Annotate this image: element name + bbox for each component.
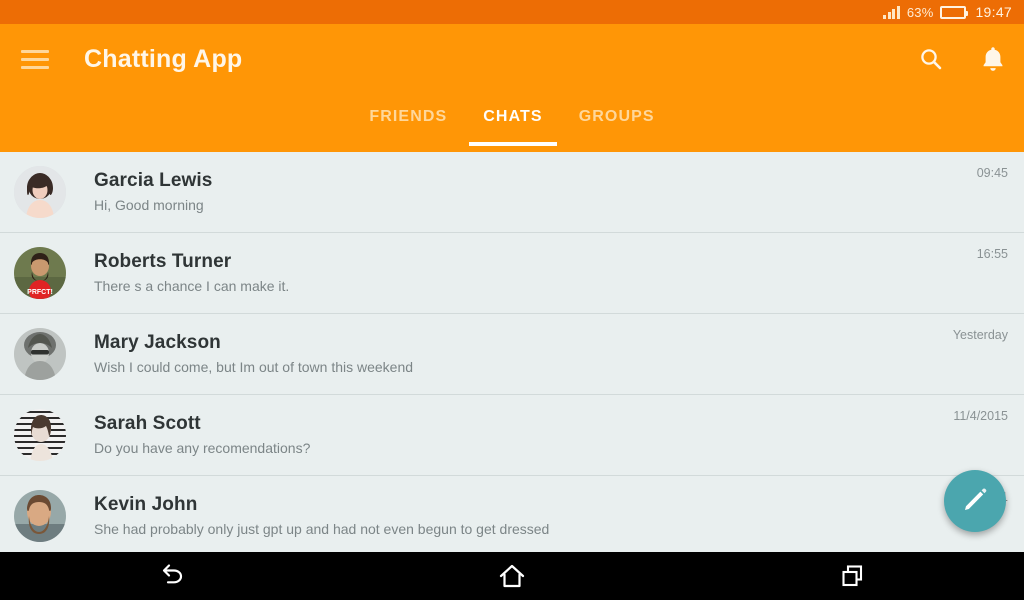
signal-bars-icon	[883, 5, 900, 19]
chat-timestamp: 16:55	[976, 247, 1008, 261]
status-bar: 63% 19:47	[0, 0, 1024, 24]
app-bar-actions	[914, 24, 1010, 94]
chat-contact-name: Garcia Lewis	[94, 170, 213, 191]
svg-text:PRFCT!: PRFCT!	[27, 289, 53, 296]
chat-list[interactable]: Garcia Lewis Hi, Good morning 09:45 PRFC…	[0, 152, 1024, 552]
chat-contact-name: Roberts Turner	[94, 251, 232, 272]
app-bar-top-row: Chatting App	[0, 24, 1024, 94]
chat-list-item[interactable]: Kevin John She had probably only just gp…	[0, 476, 1024, 552]
chat-list-item[interactable]: PRFCT! Roberts Turner There s a chance I…	[0, 233, 1024, 314]
chat-contact-name: Mary Jackson	[94, 332, 221, 353]
chat-timestamp: Yesterday	[952, 328, 1008, 342]
battery-percent-label: 63%	[906, 4, 934, 20]
tab-chats-label: CHATS	[483, 108, 543, 125]
chat-message-preview: There s a chance I can make it.	[94, 278, 290, 294]
tab-friends-label: FRIENDS	[369, 108, 448, 125]
chat-list-item[interactable]: Mary Jackson Wish I could come, but Im o…	[0, 314, 1024, 395]
avatar: PRFCT!	[14, 247, 66, 299]
chat-list-item[interactable]: Sarah Scott Do you have any recomendatio…	[0, 395, 1024, 476]
tab-groups-label: GROUPS	[578, 108, 655, 125]
battery-icon	[940, 5, 969, 19]
compose-fab-button[interactable]	[944, 470, 1006, 532]
page-title: Chatting App	[84, 44, 243, 73]
chat-contact-name: Kevin John	[94, 494, 198, 515]
chat-list-item[interactable]: Garcia Lewis Hi, Good morning 09:45	[0, 152, 1024, 233]
chat-item-text: Roberts Turner There s a chance I can ma…	[94, 251, 977, 295]
chat-item-text: Mary Jackson Wish I could come, but Im o…	[94, 332, 953, 376]
bell-icon[interactable]	[976, 42, 1010, 76]
tab-groups[interactable]: GROUPS	[561, 94, 673, 152]
chat-message-preview: Wish I could come, but Im out of town th…	[94, 359, 414, 375]
app-bar: Chatting App FRIENDS CHATS GROUPS	[0, 24, 1024, 152]
chat-item-text: Sarah Scott Do you have any recomendatio…	[94, 413, 953, 457]
android-nav-bar	[0, 552, 1024, 600]
chat-message-preview: Do you have any recomendations?	[94, 440, 311, 456]
app-screen: 63% 19:47 Chatting App FRIENDS CHATS GRO…	[0, 0, 1024, 600]
chat-message-preview: Hi, Good morning	[94, 197, 204, 213]
chat-item-text: Kevin John She had probably only just gp…	[94, 494, 1001, 538]
compose-pencil-icon	[961, 485, 989, 518]
avatar	[14, 166, 66, 218]
chat-timestamp: 09:45	[976, 166, 1008, 180]
search-icon[interactable]	[914, 42, 948, 76]
home-icon[interactable]	[341, 552, 682, 600]
chat-message-preview: She had probably only just gpt up and ha…	[94, 521, 550, 537]
chat-timestamp: 11/4/2015	[953, 409, 1008, 423]
tab-bar: FRIENDS CHATS GROUPS	[0, 94, 1024, 152]
avatar	[14, 409, 66, 461]
status-bar-clock: 19:47	[975, 4, 1012, 20]
back-icon[interactable]	[0, 552, 341, 600]
tab-friends[interactable]: FRIENDS	[351, 94, 465, 152]
chat-contact-name: Sarah Scott	[94, 413, 201, 434]
avatar	[14, 490, 66, 542]
avatar	[14, 328, 66, 380]
tab-chats[interactable]: CHATS	[465, 94, 560, 152]
recents-icon[interactable]	[683, 552, 1024, 600]
hamburger-menu-icon[interactable]	[21, 46, 57, 72]
chat-item-text: Garcia Lewis Hi, Good morning	[94, 170, 977, 214]
